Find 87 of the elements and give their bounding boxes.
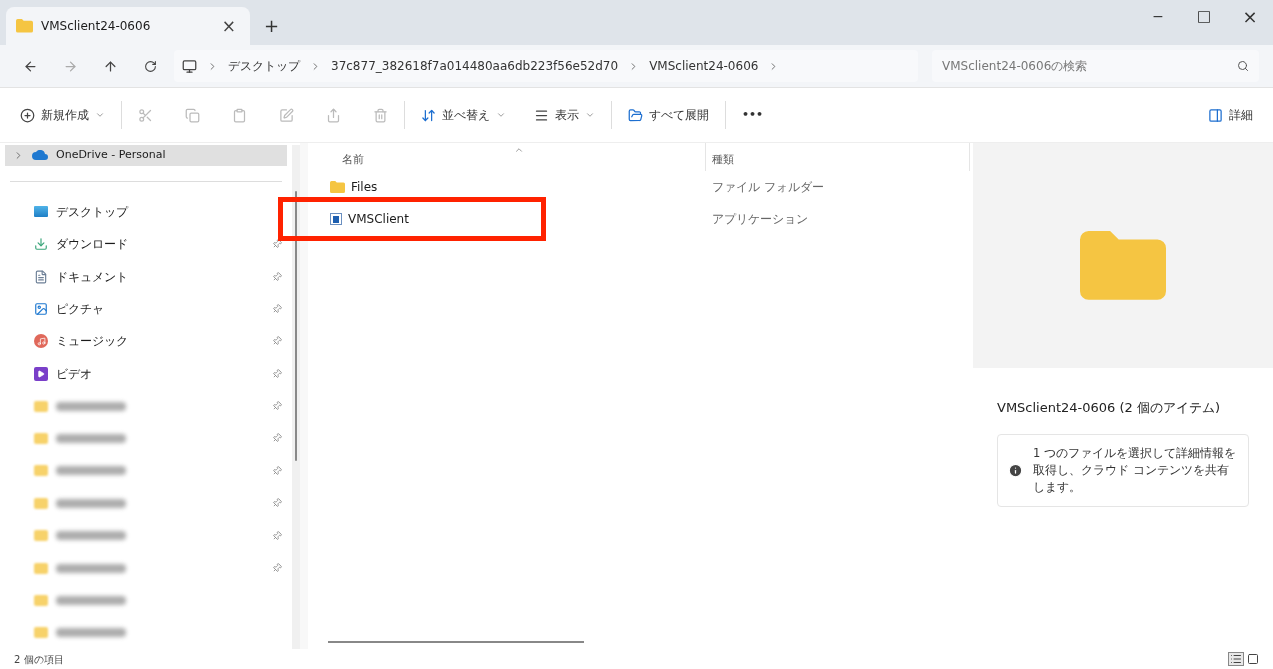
folder-icon bbox=[330, 181, 345, 193]
folder-icon bbox=[34, 627, 48, 639]
blurred-label bbox=[56, 531, 126, 541]
address-field[interactable]: デスクトップ 37c877_382618f7a014480aa6db223f56e52d70 VMSclient24-0606 bbox=[174, 50, 918, 82]
sort-icon bbox=[421, 107, 436, 123]
blurred-label bbox=[56, 433, 126, 443]
breadcrumb-item[interactable]: 37c877_382618f7a014480aa6db223f56e52d70 bbox=[331, 57, 619, 75]
sort-button[interactable]: 並べ替え bbox=[413, 100, 514, 130]
folder-icon bbox=[34, 594, 48, 606]
delete-icon bbox=[373, 107, 388, 123]
column-header[interactable]: 種類 bbox=[706, 143, 970, 171]
details-title: VMSclient24-0606 (2 個のアイテム) bbox=[997, 399, 1222, 417]
cut-icon bbox=[138, 107, 153, 123]
file-row[interactable]: VMSClient アプリケーション bbox=[308, 203, 973, 235]
file-row[interactable]: Files ファイル フォルダー bbox=[308, 171, 973, 203]
video-icon bbox=[34, 366, 48, 381]
folder-icon bbox=[34, 562, 48, 574]
tab-title: VMSclient24-0606 bbox=[41, 18, 152, 35]
blurred-label bbox=[56, 563, 126, 573]
info-text: 1 つのファイルを選択して詳細情報を取得し、クラウド コンテンツを共有します。 bbox=[1033, 444, 1237, 496]
folder-icon bbox=[34, 465, 48, 477]
copy-icon bbox=[185, 107, 200, 123]
column-header[interactable]: 名前 bbox=[308, 143, 706, 171]
file-type: アプリケーション bbox=[711, 211, 808, 228]
expand-all-icon bbox=[628, 107, 643, 123]
more-button[interactable]: ••• bbox=[734, 106, 772, 124]
paste-icon bbox=[232, 107, 247, 123]
refresh-icon bbox=[143, 59, 157, 73]
file-name: VMSClient bbox=[348, 211, 409, 228]
cloud-icon bbox=[32, 150, 48, 161]
new-button[interactable]: 新規作成 bbox=[12, 100, 113, 130]
minimize-button[interactable]: − bbox=[1135, 0, 1181, 32]
share-icon bbox=[326, 107, 341, 123]
tab-close-button[interactable]: × bbox=[217, 17, 240, 35]
sidebar-item[interactable]: ダウンロード bbox=[0, 227, 292, 261]
details-button[interactable]: 詳細 bbox=[1200, 100, 1261, 130]
folder-icon bbox=[1080, 231, 1166, 300]
scrollbar-thumb[interactable] bbox=[295, 191, 297, 461]
blurred-label bbox=[56, 595, 126, 605]
folder-icon bbox=[16, 19, 33, 33]
status-text: 2 個の項目 bbox=[14, 652, 64, 667]
search-icon bbox=[1237, 60, 1249, 72]
rename-icon bbox=[279, 107, 294, 123]
sidebar-item[interactable]: OneDrive - Personal bbox=[5, 145, 287, 166]
blurred-label bbox=[56, 401, 126, 411]
forward-arrow-icon bbox=[62, 58, 78, 74]
sidebar-item[interactable]: ピクチャ bbox=[0, 292, 292, 326]
document-icon bbox=[34, 269, 48, 284]
maximize-button[interactable]: □ bbox=[1181, 0, 1227, 32]
details-icon bbox=[1208, 107, 1223, 123]
file-name: Files bbox=[351, 179, 378, 196]
close-button[interactable]: × bbox=[1227, 0, 1273, 32]
music-icon bbox=[34, 334, 48, 349]
picture-icon bbox=[34, 301, 48, 316]
folder-icon bbox=[34, 400, 48, 412]
tiles-view-button[interactable] bbox=[1247, 653, 1259, 665]
info-icon bbox=[1008, 462, 1023, 478]
blurred-label bbox=[56, 466, 126, 476]
blurred-label bbox=[56, 498, 126, 508]
folder-icon bbox=[34, 530, 48, 542]
new-tab-button[interactable]: + bbox=[264, 17, 280, 35]
folder-icon bbox=[34, 432, 48, 444]
caret-icon bbox=[585, 110, 595, 120]
new-icon bbox=[20, 107, 35, 123]
desktop-icon bbox=[34, 206, 48, 218]
search-field[interactable]: VMSclient24-0606の検索 bbox=[932, 50, 1259, 82]
back-arrow-icon bbox=[22, 58, 38, 74]
folder-icon bbox=[34, 497, 48, 509]
breadcrumb-item[interactable]: デスクトップ bbox=[228, 57, 300, 75]
caret-icon bbox=[95, 110, 105, 120]
sidebar-item[interactable]: ドキュメント bbox=[0, 260, 292, 293]
view-icon bbox=[534, 107, 549, 123]
details-view-button[interactable] bbox=[1228, 652, 1244, 666]
sidebar-item[interactable]: ミュージック bbox=[0, 325, 292, 358]
horizontal-scrollbar[interactable] bbox=[328, 641, 584, 643]
sidebar-item[interactable]: ビデオ bbox=[0, 357, 292, 390]
download-icon bbox=[34, 237, 48, 252]
view-button[interactable]: 表示 bbox=[518, 100, 603, 130]
blurred-label bbox=[56, 628, 126, 638]
file-type: ファイル フォルダー bbox=[711, 179, 824, 196]
sidebar-item[interactable]: デスクトップ bbox=[0, 195, 292, 228]
folder-tab[interactable]: VMSclient24-0606 × bbox=[6, 7, 250, 45]
caret-icon bbox=[496, 110, 506, 120]
breadcrumb-item[interactable]: VMSclient24-0606 bbox=[649, 57, 759, 75]
computer-icon bbox=[182, 58, 197, 74]
expand-all-button[interactable]: すべて展開 bbox=[620, 100, 717, 130]
app-icon bbox=[330, 213, 342, 225]
